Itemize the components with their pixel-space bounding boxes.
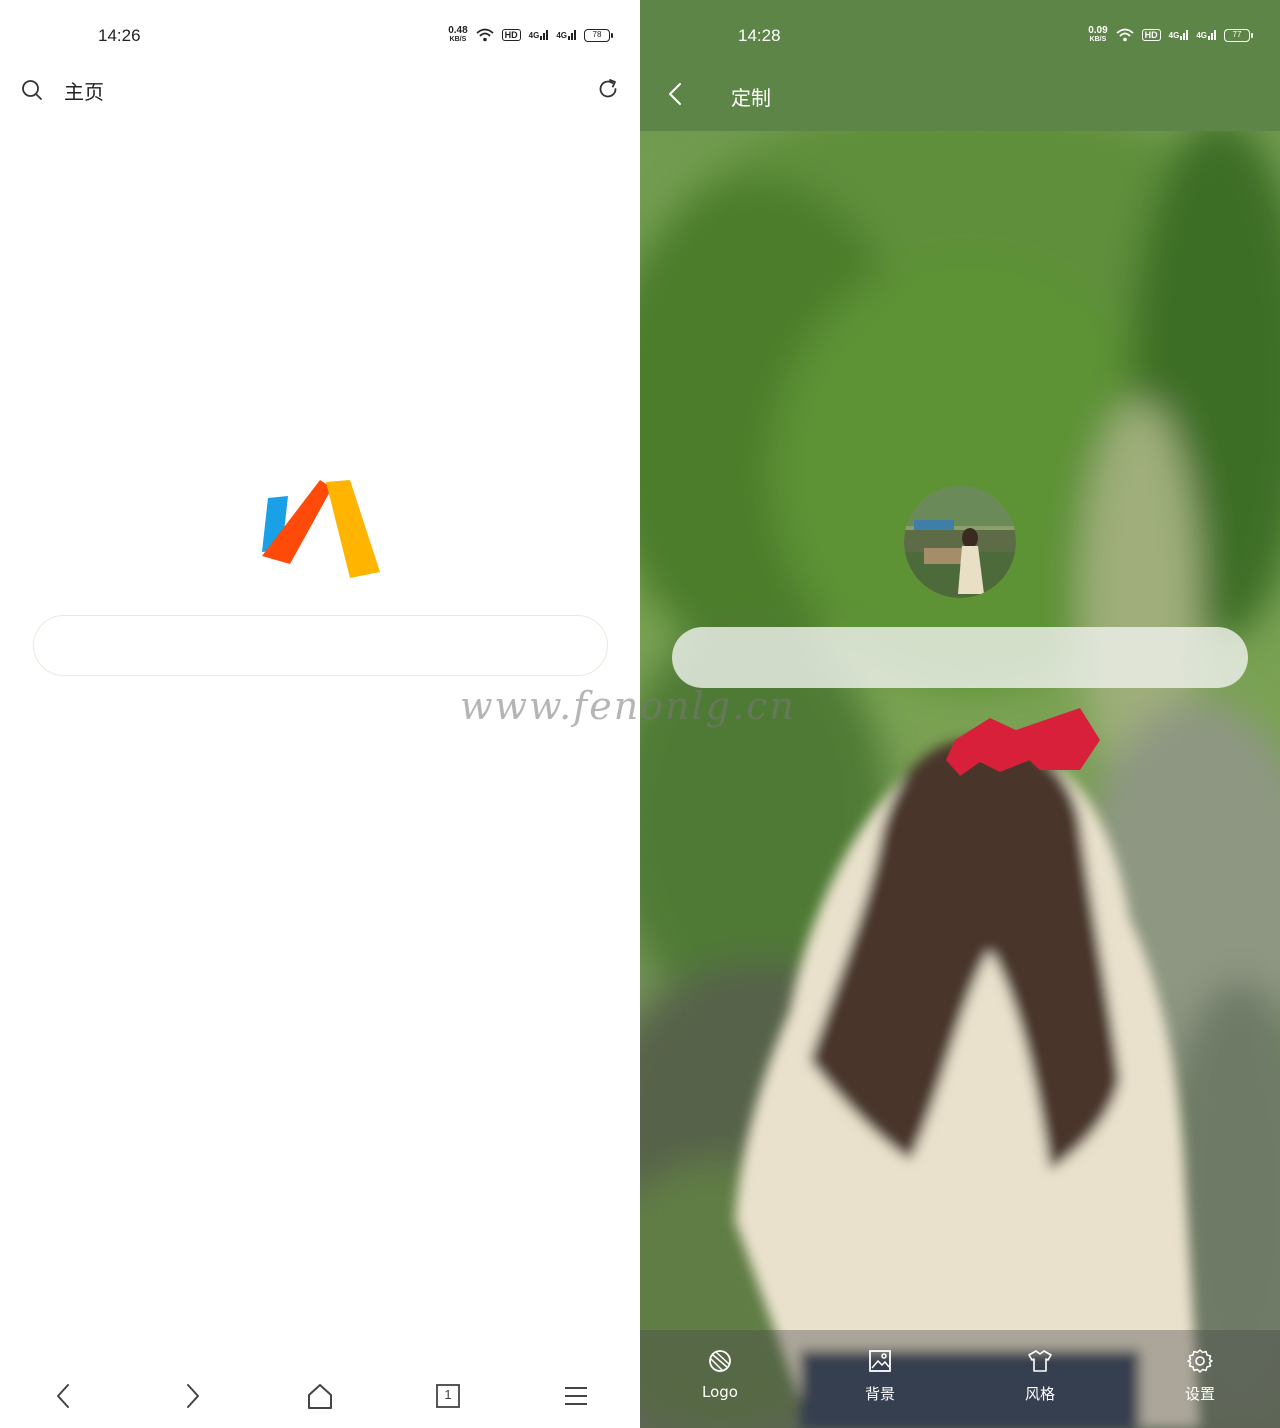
network-speed: 0.48 KB/S bbox=[448, 25, 468, 44]
status-icons: 0.48 KB/S HD 4G 4G 78 bbox=[448, 25, 613, 44]
left-screen: 14:26 0.48 KB/S HD 4G 4G 78 主页 1 bbox=[0, 0, 640, 1428]
search-input[interactable] bbox=[33, 615, 608, 676]
status-time: 14:26 bbox=[98, 26, 141, 45]
wifi-icon bbox=[476, 28, 494, 42]
hd-badge: HD bbox=[501, 29, 521, 41]
hd-badge: HD bbox=[1141, 29, 1161, 41]
via-logo bbox=[262, 480, 380, 578]
status-bar: 14:26 0.48 KB/S HD 4G 4G 78 bbox=[0, 0, 640, 70]
gear-icon bbox=[1187, 1349, 1213, 1373]
forward-icon[interactable] bbox=[178, 1382, 206, 1410]
signal-icon: 4G bbox=[1196, 30, 1216, 40]
background-photo bbox=[640, 0, 1280, 1428]
tab-count: 1 bbox=[444, 1387, 452, 1402]
shirt-icon bbox=[1028, 1350, 1052, 1372]
search-icon[interactable] bbox=[20, 78, 44, 102]
status-icons: 0.09 KB/S HD 4G 4G 77 bbox=[1088, 25, 1253, 44]
signal-icon: 4G bbox=[1169, 30, 1189, 40]
refresh-icon[interactable] bbox=[596, 77, 620, 101]
customize-toolbar: Logo 背景 风格 设置 bbox=[640, 1330, 1280, 1428]
page-title: 定制 bbox=[731, 86, 771, 110]
menu-icon[interactable] bbox=[562, 1382, 590, 1410]
network-speed: 0.09 KB/S bbox=[1088, 25, 1108, 44]
wifi-icon bbox=[1116, 28, 1134, 42]
top-bar: 主页 bbox=[0, 70, 640, 110]
toolbar-item-logo[interactable]: Logo bbox=[680, 1348, 760, 1401]
home-icon[interactable] bbox=[306, 1382, 334, 1410]
search-input[interactable] bbox=[672, 627, 1248, 688]
toolbar-item-background[interactable]: 背景 bbox=[840, 1348, 920, 1404]
battery-icon: 78 bbox=[584, 28, 613, 42]
logo-avatar[interactable] bbox=[904, 486, 1016, 598]
toolbar-label: 风格 bbox=[1024, 1385, 1055, 1403]
signal-icon: 4G bbox=[556, 30, 576, 40]
toolbar-label: 设置 bbox=[1184, 1385, 1215, 1403]
toolbar-item-settings[interactable]: 设置 bbox=[1160, 1348, 1240, 1404]
status-time: 14:28 bbox=[738, 26, 781, 45]
top-bar: 14:28 0.09 KB/S HD 4G 4G 77 定制 bbox=[640, 0, 1280, 131]
tabs-icon[interactable]: 1 bbox=[434, 1382, 462, 1410]
toolbar-label: Logo bbox=[702, 1383, 738, 1401]
toolbar-label: 背景 bbox=[864, 1385, 895, 1403]
background-image-icon bbox=[869, 1350, 891, 1372]
bottom-nav: 1 bbox=[0, 1370, 640, 1428]
back-icon[interactable] bbox=[50, 1382, 78, 1410]
back-icon[interactable] bbox=[664, 80, 688, 108]
signal-icon: 4G bbox=[529, 30, 549, 40]
logo-icon bbox=[709, 1350, 731, 1372]
battery-icon: 77 bbox=[1224, 28, 1253, 42]
right-screen: 14:28 0.09 KB/S HD 4G 4G 77 定制 Logo 背景 风… bbox=[640, 0, 1280, 1428]
page-title[interactable]: 主页 bbox=[64, 76, 104, 105]
toolbar-item-style[interactable]: 风格 bbox=[1000, 1348, 1080, 1404]
